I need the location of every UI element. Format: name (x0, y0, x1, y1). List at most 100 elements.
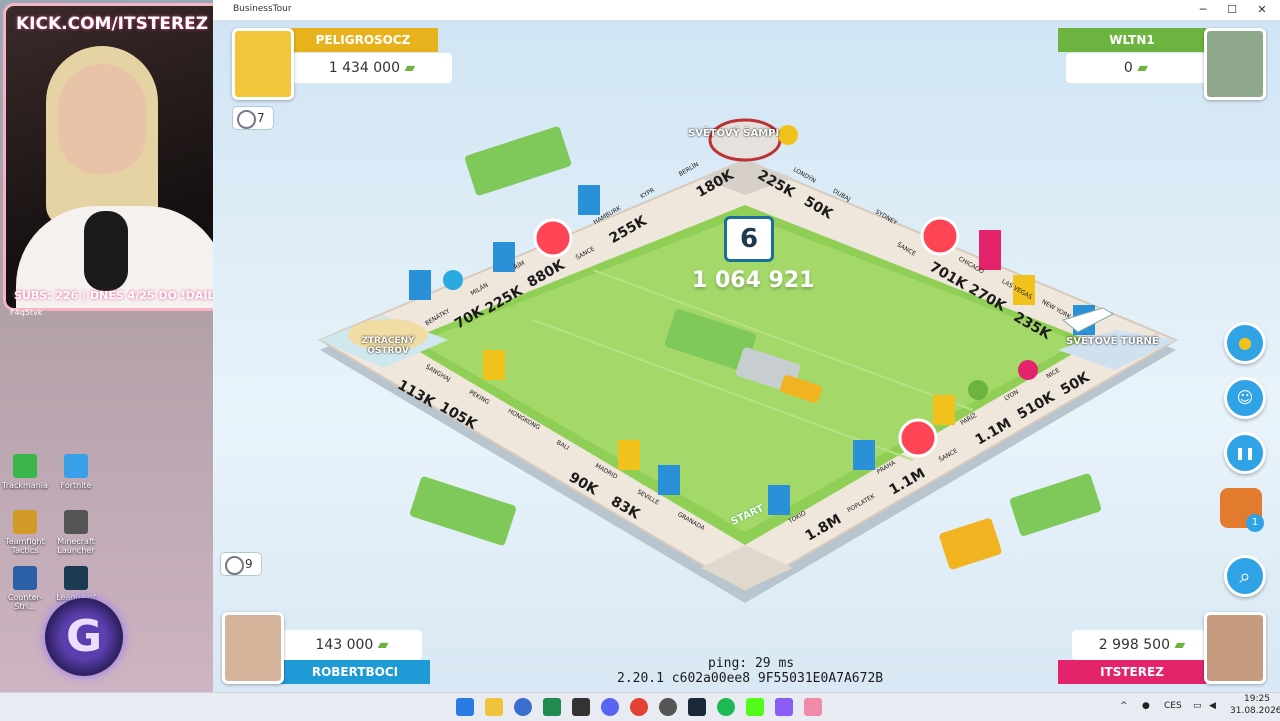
corner-label-world-tour: SVĚTOVÉ TURNÉ (1066, 336, 1159, 347)
desktop-icon-label: Trackmania (2, 481, 48, 490)
player-pawn (778, 125, 798, 145)
player-money: 143 000 ▰ (282, 630, 422, 660)
building (933, 395, 955, 425)
desktop-icon-label: Counter-Stri... (7, 593, 43, 611)
stadium-icon (708, 118, 782, 162)
player-name: WLTN1 (1058, 28, 1206, 52)
dice-count-badge: 7 (232, 106, 274, 130)
clock-time[interactable]: 19:25 (1244, 694, 1270, 704)
player-card-robertboci[interactable]: 143 000 ▰ ROBERTBOCI (220, 612, 440, 684)
minimize-button[interactable]: ─ (1193, 3, 1213, 16)
avatar (222, 612, 284, 684)
building (768, 485, 790, 515)
chance-wheel-icon (920, 216, 960, 256)
pause-button[interactable]: ❚❚ (1224, 432, 1266, 474)
player-money: 0 ▰ (1066, 53, 1206, 83)
maximize-button[interactable]: ☐ (1222, 3, 1242, 16)
tft-icon (13, 510, 37, 534)
player-pawn (968, 380, 988, 400)
money-stack (464, 126, 572, 196)
chance-wheel-icon (898, 418, 938, 458)
support-button[interactable]: ☺ (1224, 377, 1266, 419)
gold-stack (939, 518, 1002, 570)
desktop-icon-minecraft[interactable]: Minecraft Launcher (52, 510, 100, 555)
building (578, 185, 600, 215)
smile-icon: ☺ (1236, 388, 1254, 407)
kick-icon[interactable] (746, 698, 764, 716)
building (409, 270, 431, 300)
clock-date[interactable]: 31.08.2026 (1230, 706, 1280, 716)
chrome-icon[interactable] (630, 698, 648, 716)
building (853, 440, 875, 470)
avatar (1204, 612, 1266, 684)
money-stack (409, 476, 517, 546)
money-value: 1 434 000 (328, 60, 401, 76)
discord-icon[interactable] (601, 698, 619, 716)
player-card-itsterez[interactable]: 2 998 500 ▰ ITSTEREZ (1058, 612, 1268, 684)
coins-button[interactable]: ● (1224, 322, 1266, 364)
excel-icon[interactable] (543, 698, 561, 716)
chest-button[interactable]: 1 (1220, 488, 1264, 532)
player-money: 1 434 000 ▰ (292, 53, 452, 83)
mic-tray-icon[interactable]: ● (1142, 701, 1150, 711)
dice-icon (237, 110, 256, 129)
corner-label-world-champ: SVĚTOVÝ ŠAMPI (688, 128, 780, 139)
tray-chevron-icon[interactable]: ^ (1120, 701, 1128, 711)
desktop-icon-lol[interactable]: League of (52, 566, 100, 602)
cash-icon: ▰ (377, 637, 389, 653)
player-name: PELIGROSOCZ (288, 28, 438, 52)
app-icon[interactable] (775, 698, 793, 716)
coin-icon: ● (1238, 333, 1252, 352)
money-stack (1009, 473, 1102, 536)
building (979, 230, 1001, 270)
app-icon[interactable] (572, 698, 590, 716)
volume-tray-icon[interactable]: ◀ (1209, 701, 1216, 711)
desktop-icon-tft[interactable]: Teamfight Tactics (1, 510, 49, 555)
player-card-wltn1[interactable]: WLTN1 0 ▰ (1058, 28, 1268, 100)
chance-wheel-icon (533, 218, 573, 258)
building (618, 440, 640, 470)
steam-icon[interactable] (688, 698, 706, 716)
desktop-icon-cs[interactable]: Counter-Stri... (1, 566, 49, 611)
building (483, 350, 505, 380)
desktop-background: KICK.COM/ITSTEREZ SUBS: 226 | DNES 4/25 … (0, 0, 234, 692)
desktop-icon-fortnite[interactable]: Fortnite (52, 454, 100, 490)
spotify-icon[interactable] (717, 698, 735, 716)
desktop-icon-label: Minecraft Launcher (57, 537, 95, 555)
close-button[interactable]: ✕ (1252, 3, 1272, 16)
badge-value: 9 (245, 557, 253, 571)
streamer-face (58, 64, 146, 174)
ping-text: ping: 29 ms (708, 656, 795, 671)
chest-count-badge: 1 (1246, 514, 1264, 532)
dice-count-badge: 9 (220, 552, 262, 576)
building (658, 465, 680, 495)
webcam-overlay: KICK.COM/ITSTEREZ SUBS: 226 | DNES 4/25 … (6, 6, 234, 308)
jackpot-amount: 1 064 921 (692, 268, 815, 293)
badge-value: 7 (257, 111, 265, 125)
language-indicator[interactable]: CES (1164, 701, 1182, 711)
player-pawn (1018, 360, 1038, 380)
cash-icon: ▰ (1137, 60, 1149, 76)
player-money: 2 998 500 ▰ (1072, 630, 1212, 660)
desktop-icon-label: Teamfight Tactics (5, 537, 45, 555)
zoom-icon: ⌕ (1239, 564, 1251, 588)
monitor-tray-icon[interactable]: ▭ (1193, 701, 1202, 711)
channel-label: KICK.COM/ITSTEREZ (16, 14, 209, 34)
player-pawn (443, 270, 463, 290)
windows-start-icon[interactable] (456, 698, 474, 716)
desktop-icon-trackmania[interactable]: Trackmania (1, 454, 49, 490)
game-board (317, 118, 1179, 603)
microphone-icon (84, 211, 128, 291)
player-card-peligrosocz[interactable]: PELIGROSOCZ 1 434 000 ▰ (232, 28, 452, 100)
taskbar: ^ ● CES ▭ ◀ 19:25 31.08.2026 (0, 692, 1280, 721)
cash-icon: ▰ (1174, 637, 1186, 653)
zoom-button[interactable]: ⌕ (1224, 555, 1266, 597)
title-bar: BusinessTour ─ ☐ ✕ (213, 0, 1280, 21)
edge-icon[interactable] (514, 698, 532, 716)
obs-icon[interactable] (659, 698, 677, 716)
businesstour-taskbar-icon[interactable] (804, 698, 822, 716)
pause-icon: ❚❚ (1234, 446, 1256, 460)
corner-label-lost-island: ZTRACENÝ OSTROV (361, 336, 415, 356)
money-value: 2 998 500 (1098, 637, 1171, 653)
file-explorer-icon[interactable] (485, 698, 503, 716)
